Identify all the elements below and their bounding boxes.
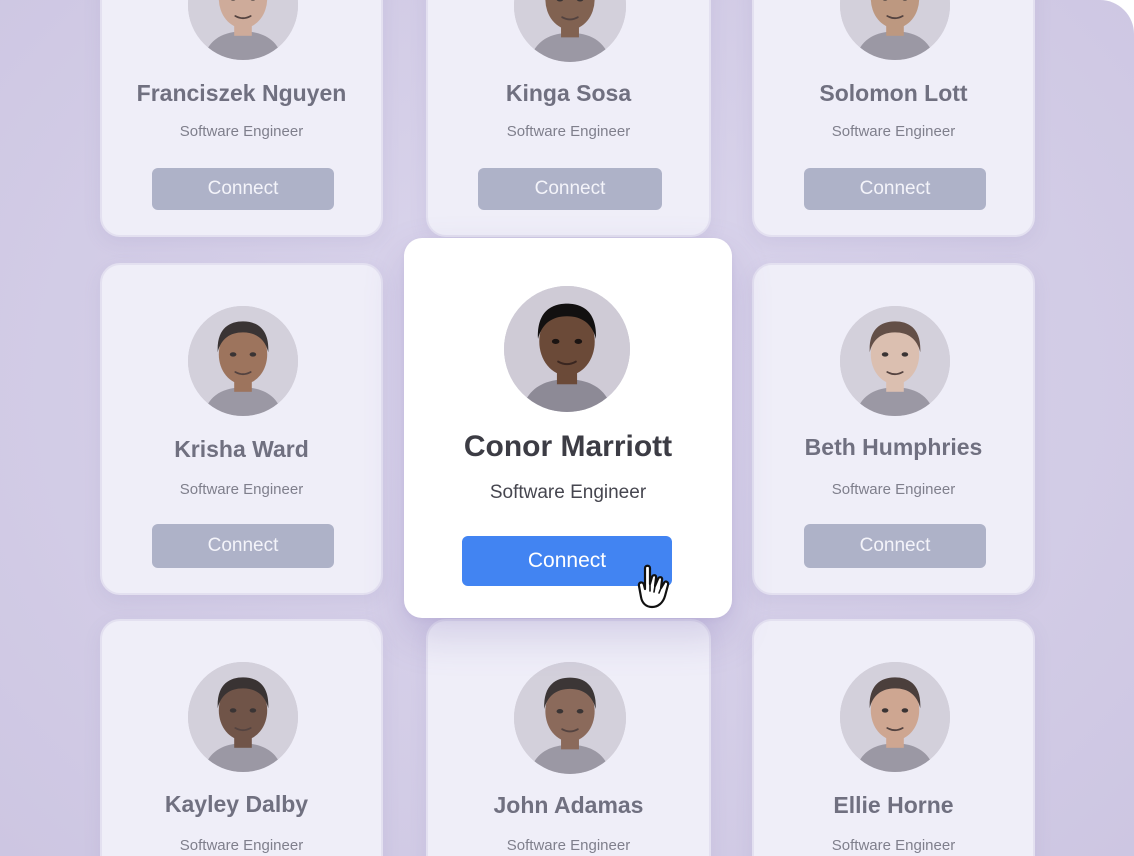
profile-card: Ellie Horne Software Engineer	[752, 619, 1035, 856]
profile-card: Franciszek Nguyen Software Engineer Conn…	[100, 0, 383, 237]
avatar	[840, 306, 950, 416]
profile-card: Kinga Sosa Software Engineer Connect	[426, 0, 711, 237]
profile-name: Kayley Dalby	[164, 791, 309, 817]
avatar	[514, 662, 626, 774]
profile-card: Beth Humphries Software Engineer Connect	[752, 263, 1035, 595]
profile-name: Beth Humphries	[804, 434, 983, 460]
profile-card: Solomon Lott Software Engineer Connect	[752, 0, 1035, 237]
profile-name: Franciszek Nguyen	[136, 80, 347, 106]
avatar-portrait	[514, 662, 626, 774]
avatar-portrait	[840, 306, 950, 416]
connect-button[interactable]: Connect	[152, 168, 334, 210]
profile-name: John Adamas	[493, 792, 644, 818]
profile-role: Software Engineer	[489, 482, 647, 503]
profile-role: Software Engineer	[831, 837, 956, 854]
avatar	[840, 0, 950, 60]
avatar	[188, 662, 298, 772]
profile-role: Software Engineer	[179, 123, 304, 140]
profile-card: Krisha Ward Software Engineer Connect	[100, 263, 383, 595]
connect-button[interactable]: Connect	[804, 168, 986, 210]
profile-role: Software Engineer	[179, 837, 304, 854]
people-grid: Franciszek Nguyen Software Engineer Conn…	[0, 0, 1134, 856]
connect-button[interactable]: Connect	[804, 524, 986, 568]
avatar-portrait	[188, 306, 298, 416]
profile-card-active: Conor Marriott Software Engineer Connect	[404, 238, 732, 618]
avatar	[188, 0, 298, 60]
profile-role: Software Engineer	[831, 123, 956, 140]
hand-pointer-icon	[637, 564, 670, 609]
avatar-portrait	[514, 0, 626, 62]
profile-role: Software Engineer	[179, 481, 304, 498]
profile-role: Software Engineer	[831, 481, 956, 498]
avatar-portrait	[188, 662, 298, 772]
avatar	[840, 662, 950, 772]
profile-role: Software Engineer	[506, 837, 631, 854]
avatar	[514, 0, 626, 62]
profile-name: Conor Marriott	[463, 430, 673, 463]
profile-name: Krisha Ward	[174, 436, 309, 462]
profile-name: Kinga Sosa	[505, 80, 632, 106]
avatar-portrait	[504, 286, 630, 412]
profile-role: Software Engineer	[506, 123, 631, 140]
profile-card: John Adamas Software Engineer	[426, 619, 711, 856]
avatar	[188, 306, 298, 416]
profile-name: Solomon Lott	[819, 80, 968, 106]
connect-button[interactable]: Connect	[152, 524, 334, 568]
profile-card: Kayley Dalby Software Engineer	[100, 619, 383, 856]
connect-button[interactable]: Connect	[478, 168, 662, 210]
avatar-portrait	[840, 662, 950, 772]
avatar	[504, 286, 630, 412]
avatar-portrait	[840, 0, 950, 60]
profile-name: Ellie Horne	[833, 792, 954, 818]
avatar-portrait	[188, 0, 298, 60]
